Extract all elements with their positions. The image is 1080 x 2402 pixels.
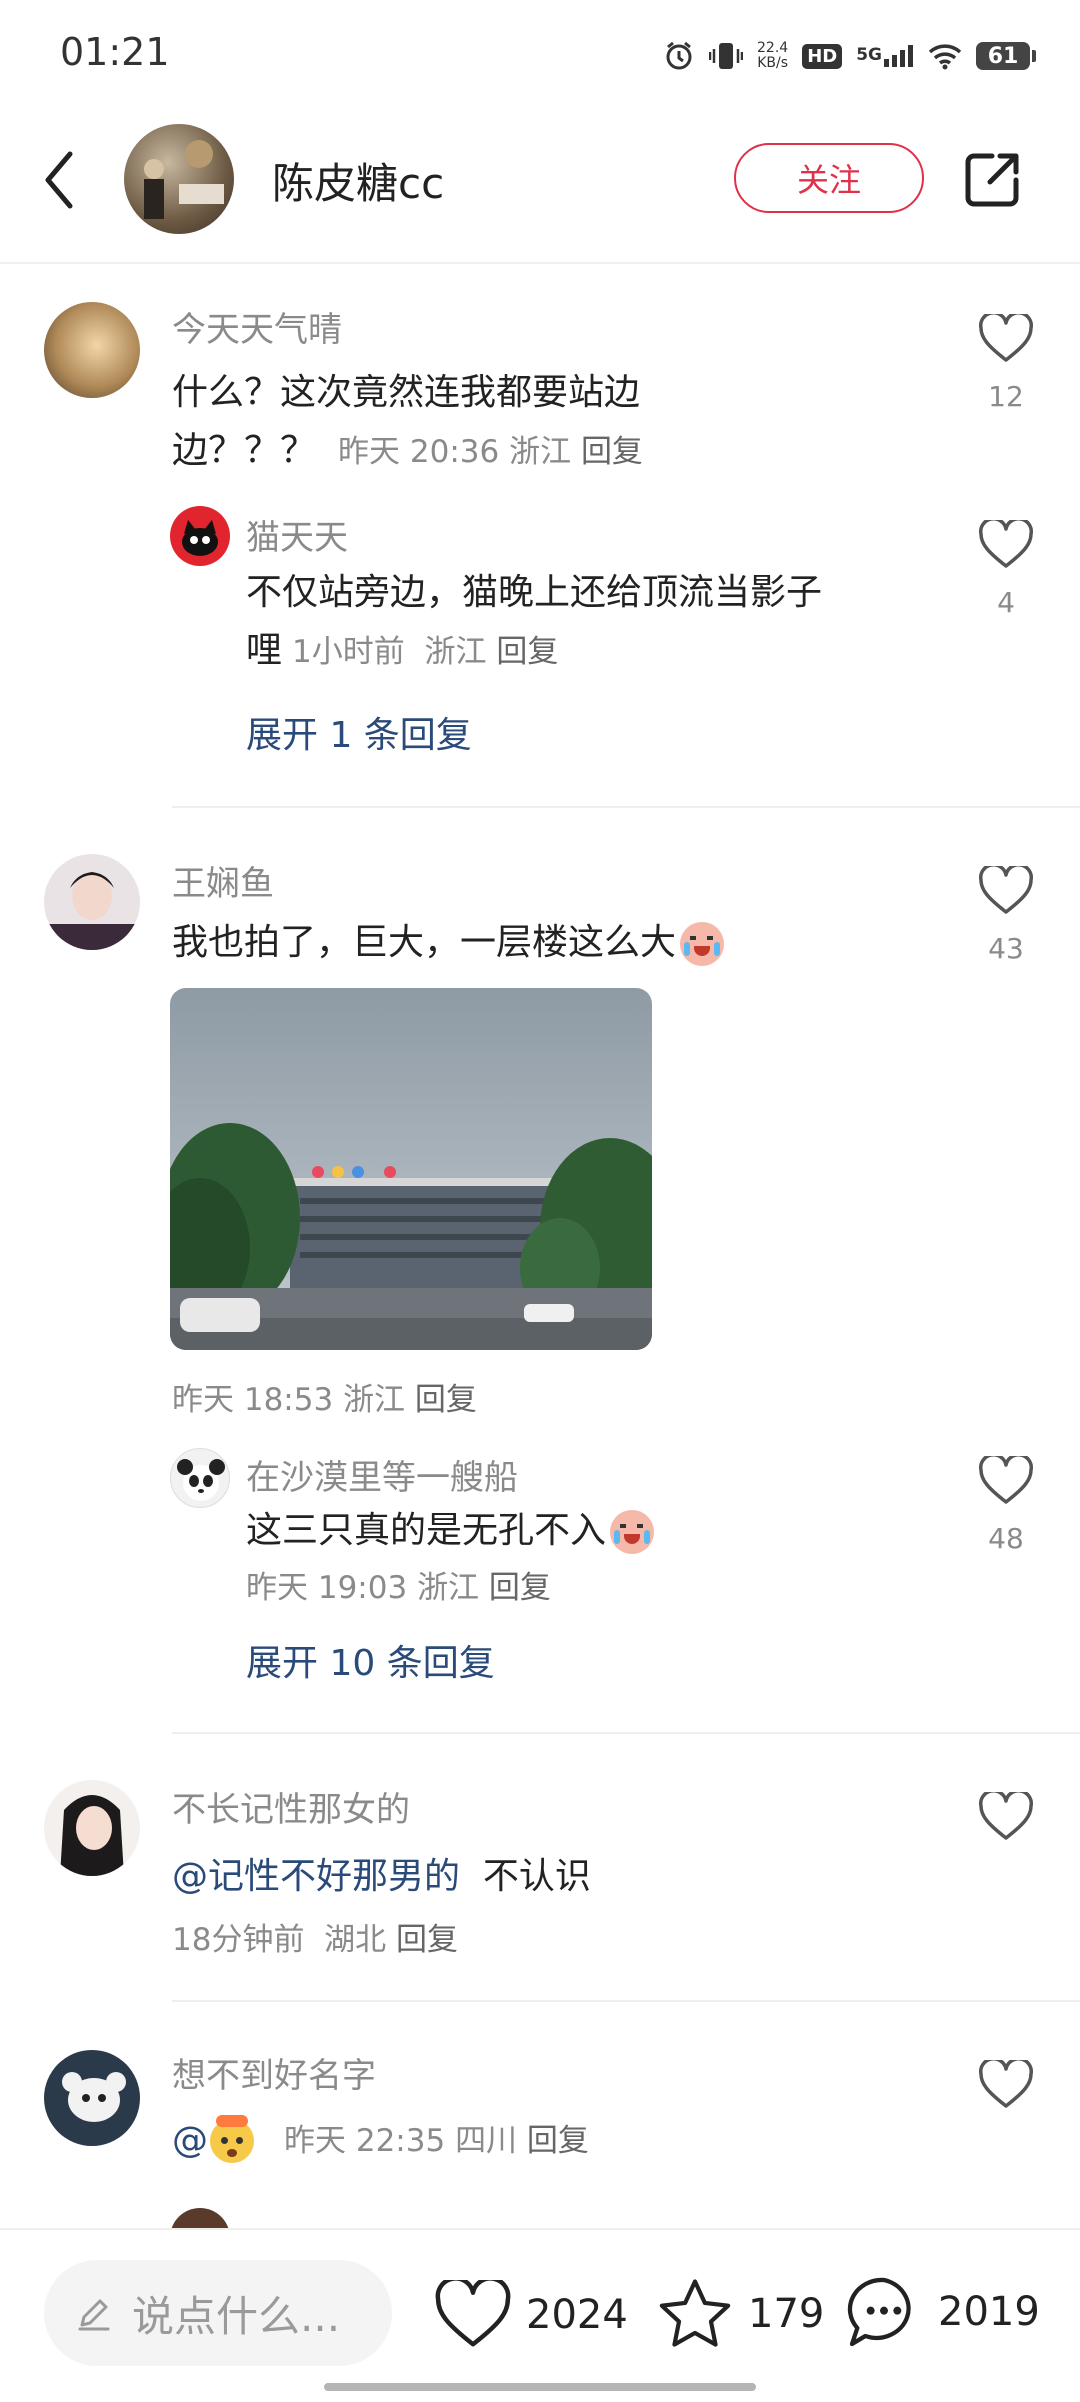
like-count: 4 [997, 586, 1015, 619]
expand-replies-button[interactable]: 展开 1 条回复 [246, 706, 472, 758]
crying-emoji-icon [680, 922, 725, 966]
reply-username[interactable]: 在沙漠里等一艘船 [246, 1450, 518, 1499]
star-icon [659, 2279, 731, 2347]
star-stat[interactable]: 179 [656, 2276, 824, 2352]
like-heart-icon[interactable] [978, 520, 1034, 570]
chat-bubble-icon [847, 2277, 911, 2347]
comment-text[interactable]: @记性不好那男的 不认识 [172, 1848, 591, 1906]
like-heart-icon[interactable] [978, 2060, 1034, 2110]
comment-avatar[interactable] [44, 1780, 140, 1876]
header-divider [0, 262, 1080, 264]
comment-photo[interactable] [170, 988, 652, 1350]
wifi-icon [928, 44, 962, 70]
like-heart-icon[interactable] [978, 314, 1034, 364]
crying-emoji-icon [610, 1510, 655, 1554]
pencil-icon [78, 2299, 110, 2331]
network-speed: 22.4 KB/s [757, 40, 789, 71]
comment-divider [172, 806, 1080, 808]
alarm-icon [666, 41, 692, 70]
reply-button[interactable]: 回复 [396, 1922, 458, 1958]
comment-input[interactable]: 说点什么... [44, 2260, 392, 2366]
comment-username[interactable]: 想不到好名字 [172, 2048, 376, 2097]
comment-total: 2019 [938, 2289, 1040, 2335]
author-name[interactable]: 陈皮糖cc [272, 150, 444, 211]
comment-avatar[interactable] [44, 854, 140, 950]
star-total: 179 [748, 2291, 825, 2337]
comment-stat[interactable]: 2019 [844, 2272, 1040, 2352]
reply-button[interactable]: 回复 [415, 1382, 477, 1418]
reply-button[interactable]: 回复 [581, 434, 643, 470]
heart-icon [435, 2280, 511, 2347]
comment-divider [172, 2000, 1080, 2002]
mention-link[interactable]: @ [172, 2112, 208, 2170]
like-count: 43 [988, 932, 1024, 965]
home-indicator[interactable] [324, 2383, 756, 2391]
like-count: 12 [988, 380, 1024, 413]
like-heart-icon[interactable] [978, 1792, 1034, 1842]
like-stat[interactable]: 2024 [434, 2280, 628, 2350]
status-time: 01:21 [60, 30, 170, 74]
expand-replies-button[interactable]: 展开 10 条回复 [246, 1634, 495, 1686]
comment-meta: 昨天 18:53 浙江 回复 [172, 1382, 477, 1418]
exploding-head-emoji-icon [210, 2115, 254, 2163]
reply-avatar[interactable] [170, 1448, 230, 1508]
reply-button[interactable]: 回复 [489, 1570, 551, 1606]
follow-button[interactable]: 关注 [734, 143, 924, 213]
like-heart-icon[interactable] [978, 866, 1034, 916]
reply-text[interactable]: 不仅站旁边，猫晚上还给顶流当影子 哩 1小时前 浙江 回复 [246, 564, 946, 681]
like-heart-icon[interactable] [978, 1456, 1034, 1506]
comment-text[interactable]: @ 昨天 22:35 四川 回复 [172, 2112, 589, 2170]
mention-link[interactable]: @记性不好那男的 [172, 1856, 460, 1897]
comment-divider [172, 1732, 1080, 1734]
comment-username[interactable]: 不长记性那女的 [172, 1782, 410, 1831]
comment-avatar[interactable] [44, 302, 140, 398]
comment-meta: 18分钟前 湖北 回复 [172, 1922, 459, 1958]
status-icons: 22.4 KB/s HD 5G 61 [663, 36, 1036, 76]
share-icon[interactable] [962, 150, 1022, 210]
like-total: 2024 [526, 2292, 628, 2338]
comment-text[interactable]: 我也拍了，巨大，一层楼这么大 [172, 914, 725, 972]
reply-username[interactable]: 猫天天 [246, 510, 348, 559]
reply-avatar[interactable] [170, 506, 230, 566]
reply-button[interactable]: 回复 [496, 634, 558, 670]
author-avatar[interactable] [124, 124, 234, 234]
battery-indicator: 61 [976, 42, 1036, 70]
signal-5g-icon: 5G [856, 45, 914, 67]
comment-username[interactable]: 王娴鱼 [172, 856, 274, 905]
reply-button[interactable]: 回复 [527, 2123, 589, 2159]
vibrate-icon [709, 43, 744, 69]
reply-meta: 昨天 19:03 浙江 回复 [246, 1570, 551, 1606]
reply-text[interactable]: 这三只真的是无孔不入 [246, 1502, 655, 1560]
back-icon[interactable] [40, 150, 80, 210]
comment-avatar[interactable] [44, 2050, 140, 2146]
hd-badge: HD [802, 43, 843, 69]
comment-text[interactable]: 什么？这次竟然连我都要站边 边？？？ 昨天 20:36 浙江 回复 [172, 364, 952, 481]
comment-username[interactable]: 今天天气晴 [172, 302, 342, 351]
like-count: 48 [988, 1522, 1024, 1555]
